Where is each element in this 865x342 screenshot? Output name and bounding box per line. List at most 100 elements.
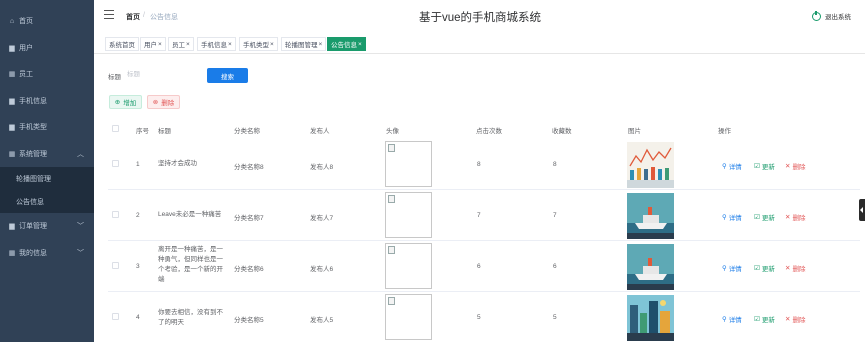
- delete-label: 删除: [161, 100, 175, 107]
- tag-home[interactable]: 系统首页: [105, 37, 139, 51]
- side-panel-handle[interactable]: [859, 199, 865, 221]
- title-search-input[interactable]: [127, 67, 199, 82]
- breadcrumb-separator: /: [143, 12, 145, 19]
- search-icon: ⚲: [722, 316, 727, 323]
- close-icon[interactable]: ×: [158, 41, 162, 48]
- sidebar-item-label: 系统管理: [19, 151, 47, 158]
- edit-icon: ☑: [754, 265, 760, 272]
- tag-staff[interactable]: 员工 ×: [168, 37, 194, 51]
- remove-label: 删除: [792, 266, 806, 273]
- update-button[interactable]: ☑ 更新: [754, 212, 775, 222]
- close-icon: ✕: [785, 163, 791, 170]
- row-clicks: 7: [477, 212, 481, 219]
- close-icon[interactable]: ×: [358, 41, 362, 48]
- edit-icon: ☑: [754, 214, 760, 221]
- sidebar-item-users[interactable]: ▆ 用户: [0, 35, 94, 61]
- broken-image-icon: [388, 195, 395, 203]
- chat-icon: ▆: [9, 223, 15, 230]
- grid-icon: ▦: [8, 71, 16, 78]
- update-button[interactable]: ☑ 更新: [754, 161, 775, 171]
- row-publisher: 发布人5: [310, 317, 334, 324]
- row-category: 分类名称5: [234, 317, 264, 324]
- table-row: 3 离开是一种痛苦，是一种勇气，但同样也是一个考验，是一个新的开端 分类名称6 …: [108, 241, 860, 292]
- tag-carousel[interactable]: 轮播图管理 ×: [281, 37, 327, 51]
- remove-label: 删除: [792, 215, 806, 222]
- row-checkbox[interactable]: [112, 211, 119, 218]
- sidebar-item-label: 我的信息: [19, 250, 47, 257]
- row-checkbox[interactable]: [112, 313, 119, 320]
- close-icon: ✕: [785, 265, 791, 272]
- menu-toggle-icon[interactable]: [104, 10, 114, 19]
- row-title: 你要去相信，没有到不了的明天: [158, 309, 223, 326]
- page-title: 基于vue的手机商城系统: [419, 12, 542, 24]
- remove-button[interactable]: ✕ 删除: [785, 263, 805, 273]
- detail-button[interactable]: ⚲ 详情: [722, 212, 742, 222]
- sidebar-item-my-info[interactable]: ▦ 我的信息 ﹀: [0, 240, 94, 266]
- row-category: 分类名称7: [234, 215, 264, 222]
- remove-button[interactable]: ✕ 删除: [785, 161, 805, 171]
- column-header: 点击次数: [476, 128, 502, 135]
- row-category: 分类名称6: [234, 266, 264, 273]
- close-icon[interactable]: ×: [270, 41, 274, 48]
- tag-phone-type[interactable]: 手机类型 ×: [239, 37, 278, 51]
- sidebar-subitem-notice[interactable]: 公告信息: [0, 190, 94, 213]
- sidebar-item-home[interactable]: ⌂ 首页: [0, 8, 94, 34]
- sidebar-subitem-label: 轮播图管理: [16, 175, 51, 183]
- tag-users[interactable]: 用户 ×: [140, 37, 166, 51]
- update-button[interactable]: ☑ 更新: [754, 314, 775, 324]
- tags-bar: 系统首页 用户 × 员工 × 手机信息 × 手机类型 × 轮播图管理 × 公告信息 ×: [94, 36, 865, 54]
- row-picture: [627, 193, 674, 239]
- detail-button[interactable]: ⚲ 详情: [722, 314, 742, 324]
- search-label: 标题: [108, 74, 121, 81]
- column-header: 头像: [386, 128, 399, 135]
- home-icon: ⌂: [9, 17, 15, 25]
- chevron-up-icon: ︿: [77, 151, 84, 158]
- grid-icon: ▦: [8, 151, 16, 158]
- row-clicks: 5: [477, 314, 481, 321]
- breadcrumb-home[interactable]: 首页: [126, 12, 140, 22]
- remove-label: 删除: [792, 164, 806, 171]
- sidebar-subitem-carousel[interactable]: 轮播图管理: [0, 167, 94, 190]
- search-button[interactable]: 搜索: [207, 68, 248, 83]
- chat-icon: ▆: [9, 124, 15, 131]
- column-header: 收藏数: [552, 128, 572, 135]
- row-checkbox[interactable]: [112, 262, 119, 269]
- delete-button[interactable]: ⊗ 删除: [147, 95, 180, 109]
- add-button[interactable]: ⊕ 增加: [109, 95, 142, 109]
- tag-phone-info[interactable]: 手机信息 ×: [197, 37, 236, 51]
- remove-button[interactable]: ✕ 删除: [785, 314, 805, 324]
- avatar: [385, 192, 432, 238]
- sidebar-item-label: 订单管理: [19, 223, 47, 230]
- table-row: 1 坚持才会成功 分类名称8 发布人8 8 8 ⚲ 详情 ☑ 更新 ✕ 删除: [108, 139, 860, 190]
- sidebar-subitem-label: 公告信息: [16, 198, 44, 206]
- row-checkbox[interactable]: [112, 160, 119, 167]
- close-icon[interactable]: ×: [319, 41, 323, 48]
- sidebar-item-staff[interactable]: ▦ 员工: [0, 61, 94, 87]
- breadcrumb-current: 公告信息: [150, 14, 178, 21]
- close-circle-icon: ⊗: [152, 99, 159, 106]
- top-header: 首页 / 公告信息 基于vue的手机商城系统 退出系统: [94, 0, 865, 34]
- close-icon[interactable]: ×: [228, 41, 232, 48]
- search-button-label: 搜索: [221, 73, 234, 81]
- logout-button[interactable]: 退出系统: [812, 10, 851, 21]
- sidebar-item-system[interactable]: ▦ 系统管理 ︿: [0, 141, 94, 167]
- sidebar-item-phone-type[interactable]: ▆ 手机类型: [0, 114, 94, 140]
- tag-label: 用户: [144, 42, 157, 49]
- tag-notice[interactable]: 公告信息 ×: [327, 37, 366, 51]
- edit-icon: ☑: [754, 316, 760, 323]
- remove-button[interactable]: ✕ 删除: [785, 212, 805, 222]
- detail-label: 详情: [728, 317, 742, 324]
- add-label: 增加: [123, 100, 137, 107]
- detail-button[interactable]: ⚲ 详情: [722, 161, 742, 171]
- row-publisher: 发布人6: [310, 266, 334, 273]
- close-icon[interactable]: ×: [186, 41, 190, 48]
- sidebar-item-orders[interactable]: ▆ 订单管理 ﹀: [0, 213, 94, 239]
- update-label: 更新: [761, 164, 775, 171]
- sidebar-item-phone-info[interactable]: ▆ 手机信息: [0, 88, 94, 114]
- tag-label: 系统首页: [109, 42, 135, 49]
- detail-button[interactable]: ⚲ 详情: [722, 263, 742, 273]
- update-button[interactable]: ☑ 更新: [754, 263, 775, 273]
- row-favorites: 5: [553, 314, 557, 321]
- select-all-checkbox[interactable]: [112, 125, 119, 132]
- remove-label: 删除: [792, 317, 806, 324]
